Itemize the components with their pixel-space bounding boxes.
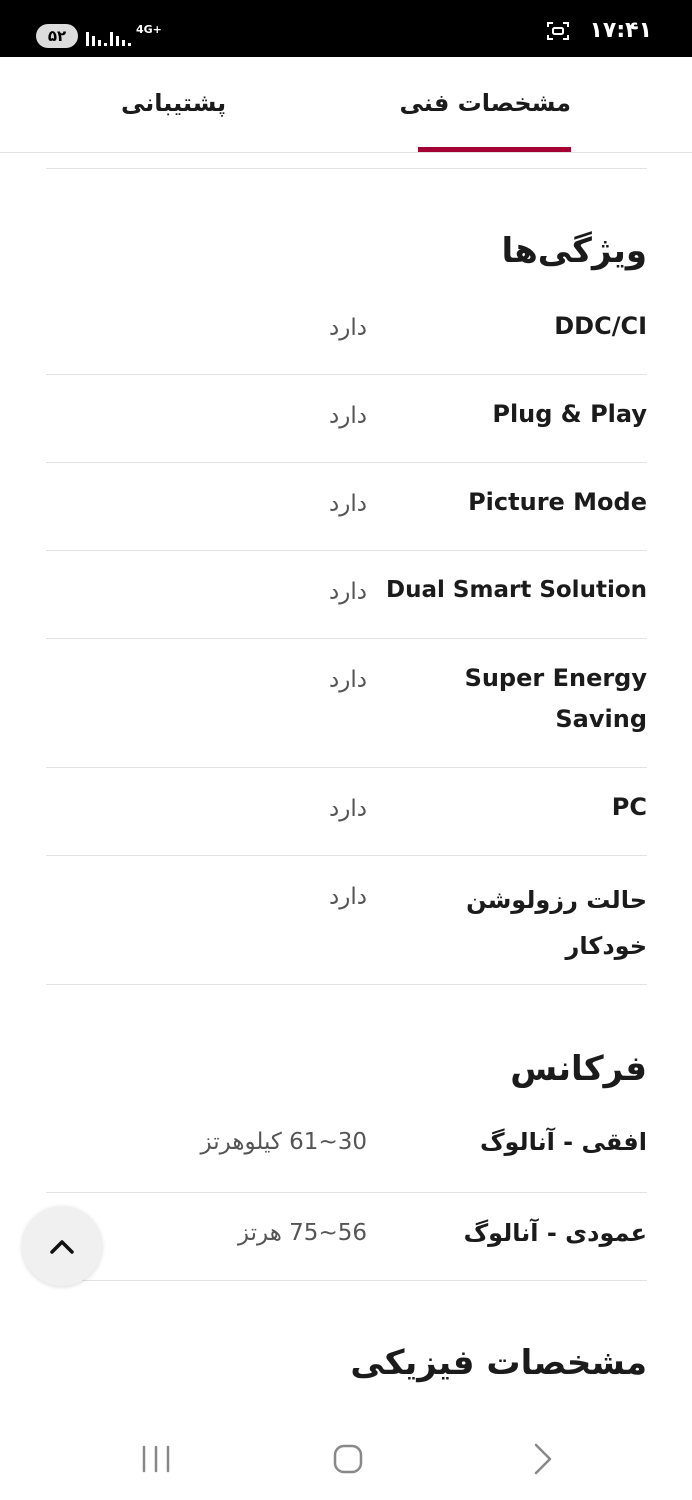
spec-label: عمودی - آنالوگ — [463, 1219, 647, 1247]
network-type-label: 4G+ — [136, 23, 162, 36]
clock: ۱۷:۴۱ — [589, 18, 652, 43]
spec-row: حالت رزولوشن خودکار دارد — [46, 856, 647, 985]
spec-value: دارد — [329, 403, 367, 429]
tab-bar: مشخصات فنی پشتیبانی — [0, 57, 692, 153]
spec-value: 56~75 هرتز — [237, 1220, 367, 1246]
spec-row: PC دارد — [46, 768, 647, 856]
section-title-features: ویژگی‌ها — [501, 231, 647, 271]
battery-indicator: ۵۲ — [36, 24, 78, 48]
spec-row: افقی - آنالوگ 30~61 کیلوهرتز — [46, 1089, 647, 1193]
spec-value: دارد — [329, 796, 367, 822]
screenshot-icon — [547, 22, 569, 40]
spec-value: دارد — [329, 491, 367, 517]
spec-row: Dual Smart Solution دارد — [46, 551, 647, 639]
status-bar: ۵۲ 4G+ ۱۷:۴۱ — [0, 0, 692, 57]
spec-label: Plug & Play — [492, 400, 647, 428]
scroll-to-top-button[interactable] — [22, 1206, 102, 1286]
spec-row: Plug & Play دارد — [46, 375, 647, 463]
spec-value: دارد — [329, 315, 367, 341]
spec-value: 30~61 کیلوهرتز — [200, 1129, 367, 1155]
spec-label: Dual Smart Solution — [386, 577, 647, 603]
divider — [46, 168, 647, 169]
section-title-frequency: فرکانس — [510, 1049, 647, 1089]
spec-label: Super Energy Saving — [464, 664, 647, 733]
spec-value: دارد — [329, 667, 367, 693]
spec-label: Picture Mode — [468, 488, 647, 516]
spec-label: افقی - آنالوگ — [479, 1128, 647, 1156]
spec-value: دارد — [329, 884, 367, 910]
spec-row: عمودی - آنالوگ 56~75 هرتز — [46, 1193, 647, 1281]
section-title-physical: مشخصات فیزیکی — [350, 1343, 647, 1383]
spec-label: DDC/CI — [554, 312, 647, 340]
spec-label: حالت رزولوشن خودکار — [466, 886, 647, 960]
spec-row: Super Energy Saving دارد — [46, 639, 647, 768]
signal-icon — [86, 24, 107, 46]
chevron-up-icon — [50, 1240, 74, 1254]
recent-apps-icon[interactable] — [136, 1439, 176, 1479]
spec-value: دارد — [329, 579, 367, 605]
screen: ۵۲ 4G+ ۱۷:۴۱ مشخصات فنی پشتیبانی ویژگی‌ه… — [0, 0, 692, 1500]
back-icon[interactable] — [522, 1439, 562, 1479]
home-icon[interactable] — [328, 1439, 368, 1479]
spec-row: DDC/CI دارد — [46, 271, 647, 375]
active-tab-indicator — [418, 147, 571, 152]
spec-label: PC — [611, 793, 647, 821]
tab-technical-specs[interactable]: مشخصات فنی — [399, 89, 571, 117]
tab-support[interactable]: پشتیبانی — [121, 89, 226, 117]
specs-content: ویژگی‌ها DDC/CI دارد Plug & Play دارد Pi… — [46, 168, 647, 1383]
signal-icon — [110, 24, 131, 46]
spec-row: Picture Mode دارد — [46, 463, 647, 551]
system-navigation-bar — [0, 1415, 692, 1500]
